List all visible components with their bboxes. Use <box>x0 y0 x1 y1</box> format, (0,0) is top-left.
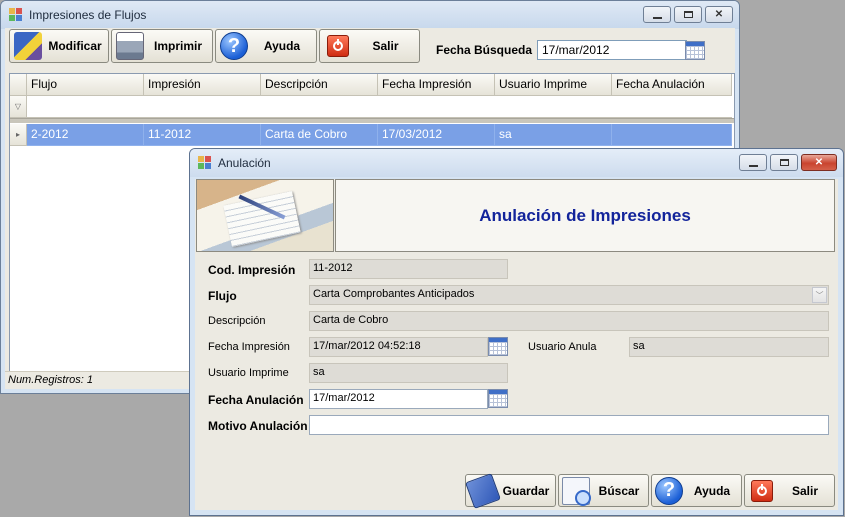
close-button[interactable]: ✕ <box>705 6 733 23</box>
dialog-title: Anulación <box>218 156 271 170</box>
buscar-label: Búscar <box>598 483 640 498</box>
fecha-busqueda-input[interactable]: 17/mar/2012 <box>537 40 687 60</box>
flujo-value: Carta Comprobantes Anticipados <box>313 288 475 300</box>
filter-cell[interactable] <box>495 96 612 118</box>
motivo-anulacion-label: Motivo Anulación <box>208 419 308 433</box>
guardar-button[interactable]: Guardar <box>465 472 556 509</box>
column-header-fecha-impresion[interactable]: Fecha Impresión <box>378 74 495 96</box>
salir-label: Salir <box>372 39 399 53</box>
column-header-fecha-anulacion[interactable]: Fecha Anulación <box>612 74 732 96</box>
cell-fecha-impresion[interactable]: 17/03/2012 <box>378 124 495 146</box>
dialog-titlebar[interactable]: Anulación ✕ <box>190 149 843 177</box>
usuario-anula-label: Usuario Anula <box>528 341 597 353</box>
main-titlebar[interactable]: Impresiones de Flujos ✕ <box>1 1 739 29</box>
power-icon <box>327 35 349 57</box>
fecha-busqueda-label: Fecha Búsqueda <box>436 43 533 57</box>
filter-cell[interactable] <box>261 96 378 118</box>
cod-impresion-label: Cod. Impresión <box>208 263 296 277</box>
save-icon <box>465 472 501 509</box>
dialog-ayuda-button[interactable]: ? Ayuda <box>651 474 742 507</box>
filter-cell[interactable] <box>27 96 144 118</box>
printer-icon <box>116 32 144 60</box>
column-header-usuario-imprime[interactable]: Usuario Imprime <box>495 74 612 96</box>
grid-splitter <box>10 118 734 123</box>
usuario-imprime-field: sa <box>309 363 508 383</box>
power-icon <box>751 479 773 502</box>
minimize-button[interactable] <box>643 6 671 23</box>
cell-flujo[interactable]: 2-2012 <box>27 124 144 146</box>
calendar-icon[interactable] <box>685 41 705 60</box>
fecha-impresion-field: 17/mar/2012 04:52:18 <box>309 337 488 357</box>
dialog-salir-label: Salir <box>791 483 818 498</box>
table-row[interactable]: ▸ 2-2012 11-2012 Carta de Cobro 17/03/20… <box>10 124 732 146</box>
dialog-salir-button[interactable]: Salir <box>744 474 835 507</box>
cell-descripcion[interactable]: Carta de Cobro <box>261 124 378 146</box>
usuario-anula-field: sa <box>629 337 829 357</box>
calendar-icon[interactable] <box>488 337 508 356</box>
descripcion-field: Carta de Cobro <box>309 311 829 331</box>
modificar-button[interactable]: Modificar <box>9 29 109 63</box>
flujo-label: Flujo <box>208 289 237 303</box>
dialog-ayuda-label: Ayuda <box>693 483 731 498</box>
row-indicator-header <box>10 74 27 96</box>
motivo-anulacion-input[interactable] <box>309 415 829 435</box>
help-icon: ? <box>220 32 248 60</box>
app-icon <box>198 156 212 170</box>
maximize-icon <box>683 11 693 18</box>
grid-header-row: Flujo Impresión Descripción Fecha Impres… <box>10 74 732 96</box>
row-selector-icon: ▸ <box>10 124 27 146</box>
modificar-label: Modificar <box>48 39 102 53</box>
maximize-button[interactable] <box>674 6 702 23</box>
close-button[interactable]: ✕ <box>801 154 837 171</box>
dialog-client: Anulación de Impresiones Cod. Impresión … <box>195 179 838 510</box>
close-icon: ✕ <box>814 156 824 168</box>
anulacion-dialog: Anulación ✕ Anulación de Impresiones Cod… <box>189 148 844 516</box>
cell-impresion[interactable]: 11-2012 <box>144 124 261 146</box>
minimize-icon <box>652 16 662 19</box>
filter-cell[interactable] <box>378 96 495 118</box>
column-header-descripcion[interactable]: Descripción <box>261 74 378 96</box>
help-icon: ? <box>655 476 683 505</box>
usuario-imprime-label: Usuario Imprime <box>208 367 289 379</box>
maximize-button[interactable] <box>770 154 798 171</box>
maximize-icon <box>779 159 789 166</box>
buscar-button[interactable]: Búscar <box>558 474 649 507</box>
main-window-title: Impresiones de Flujos <box>29 8 147 22</box>
close-icon: ✕ <box>714 8 724 20</box>
cod-impresion-field: 11-2012 <box>309 259 508 279</box>
flujo-combobox[interactable]: Carta Comprobantes Anticipados ﹀ <box>309 285 829 305</box>
chevron-down-icon[interactable]: ﹀ <box>812 287 827 303</box>
cell-fecha-anulacion[interactable] <box>612 124 732 146</box>
search-icon <box>562 476 591 506</box>
cell-usuario-imprime[interactable]: sa <box>495 124 612 146</box>
minimize-icon <box>748 164 758 167</box>
dialog-heading: Anulación de Impresiones <box>335 179 835 252</box>
documents-image <box>196 179 334 252</box>
filter-cell[interactable] <box>144 96 261 118</box>
ayuda-label: Ayuda <box>263 39 301 53</box>
fecha-impresion-label: Fecha Impresión <box>208 341 290 353</box>
minimize-button[interactable] <box>739 154 767 171</box>
calendar-icon[interactable] <box>488 389 508 408</box>
guardar-label: Guardar <box>502 483 550 498</box>
descripcion-label: Descripción <box>208 315 266 327</box>
filter-cell[interactable] <box>612 96 732 118</box>
ayuda-button[interactable]: ? Ayuda <box>215 29 317 63</box>
edit-icon <box>14 32 42 60</box>
column-header-flujo[interactable]: Flujo <box>27 74 144 96</box>
imprimir-button[interactable]: Imprimir <box>111 29 213 63</box>
column-header-impresion[interactable]: Impresión <box>144 74 261 96</box>
imprimir-label: Imprimir <box>153 39 202 53</box>
fecha-anulacion-label: Fecha Anulación <box>208 393 304 407</box>
filter-icon: ▽ <box>10 96 27 118</box>
app-icon <box>9 8 23 22</box>
salir-button[interactable]: Salir <box>319 29 420 63</box>
fecha-anulacion-input[interactable]: 17/mar/2012 <box>309 389 488 409</box>
grid-filter-row[interactable]: ▽ <box>10 96 732 118</box>
